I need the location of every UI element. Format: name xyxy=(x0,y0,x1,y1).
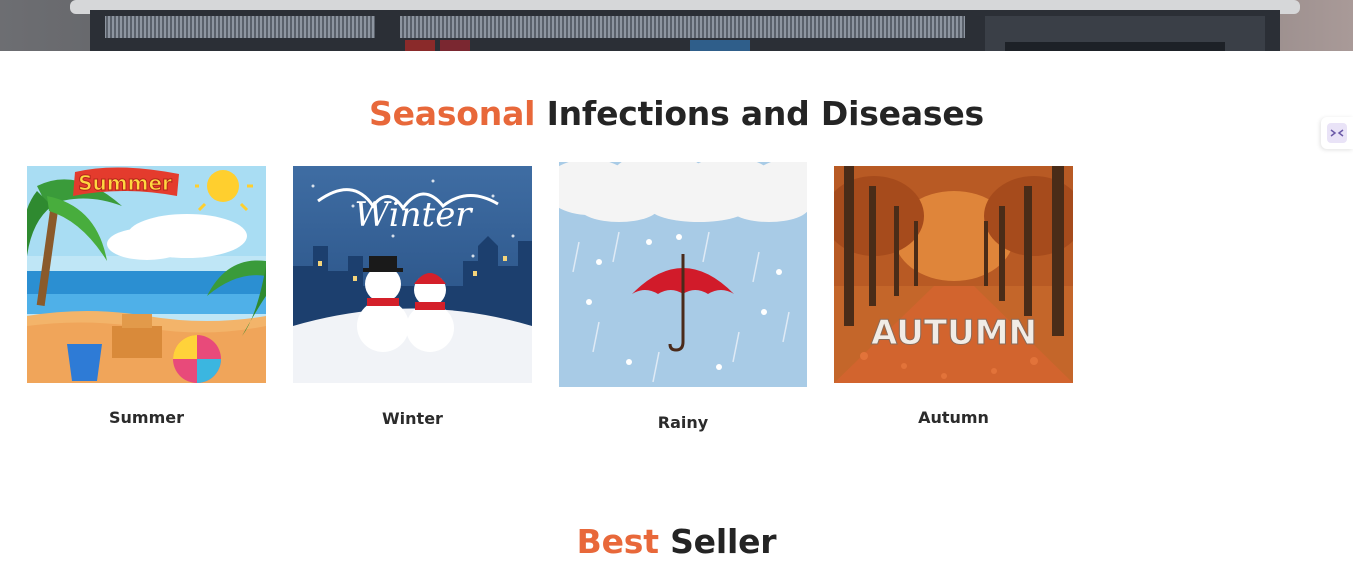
side-widget-button[interactable] xyxy=(1321,117,1353,149)
season-label-winter[interactable]: Winter xyxy=(293,409,532,428)
season-card-summer[interactable]: Summer xyxy=(27,166,266,383)
summer-image-text: Summer xyxy=(78,171,172,195)
rainy-image[interactable] xyxy=(559,162,807,387)
seasonal-title-rest: Infections and Diseases xyxy=(546,94,985,133)
season-label-summer[interactable]: Summer xyxy=(27,408,266,427)
hero-banner-image xyxy=(0,0,1353,51)
autumn-image[interactable]: AUTUMN xyxy=(834,166,1073,383)
season-label-autumn[interactable]: Autumn xyxy=(834,408,1073,427)
best-seller-section-title: Best Seller xyxy=(0,522,1353,561)
summer-image[interactable]: Summer xyxy=(27,166,266,383)
seasonal-section-title: Seasonal Infections and Diseases xyxy=(0,94,1353,133)
season-card-rainy[interactable] xyxy=(559,162,807,387)
best-seller-title-accent: Best xyxy=(576,522,659,561)
season-card-autumn[interactable]: AUTUMN xyxy=(834,166,1073,383)
season-label-rainy[interactable]: Rainy xyxy=(559,413,807,432)
autumn-image-text: AUTUMN xyxy=(871,313,1037,353)
seasonal-title-accent: Seasonal xyxy=(369,94,536,133)
best-seller-title-rest: Seller xyxy=(670,522,777,561)
winter-image-text: Winter xyxy=(354,195,473,235)
minimize-arrows-icon xyxy=(1327,123,1347,143)
season-card-winter[interactable]: Winter xyxy=(293,166,532,383)
winter-image[interactable]: Winter xyxy=(293,166,532,383)
